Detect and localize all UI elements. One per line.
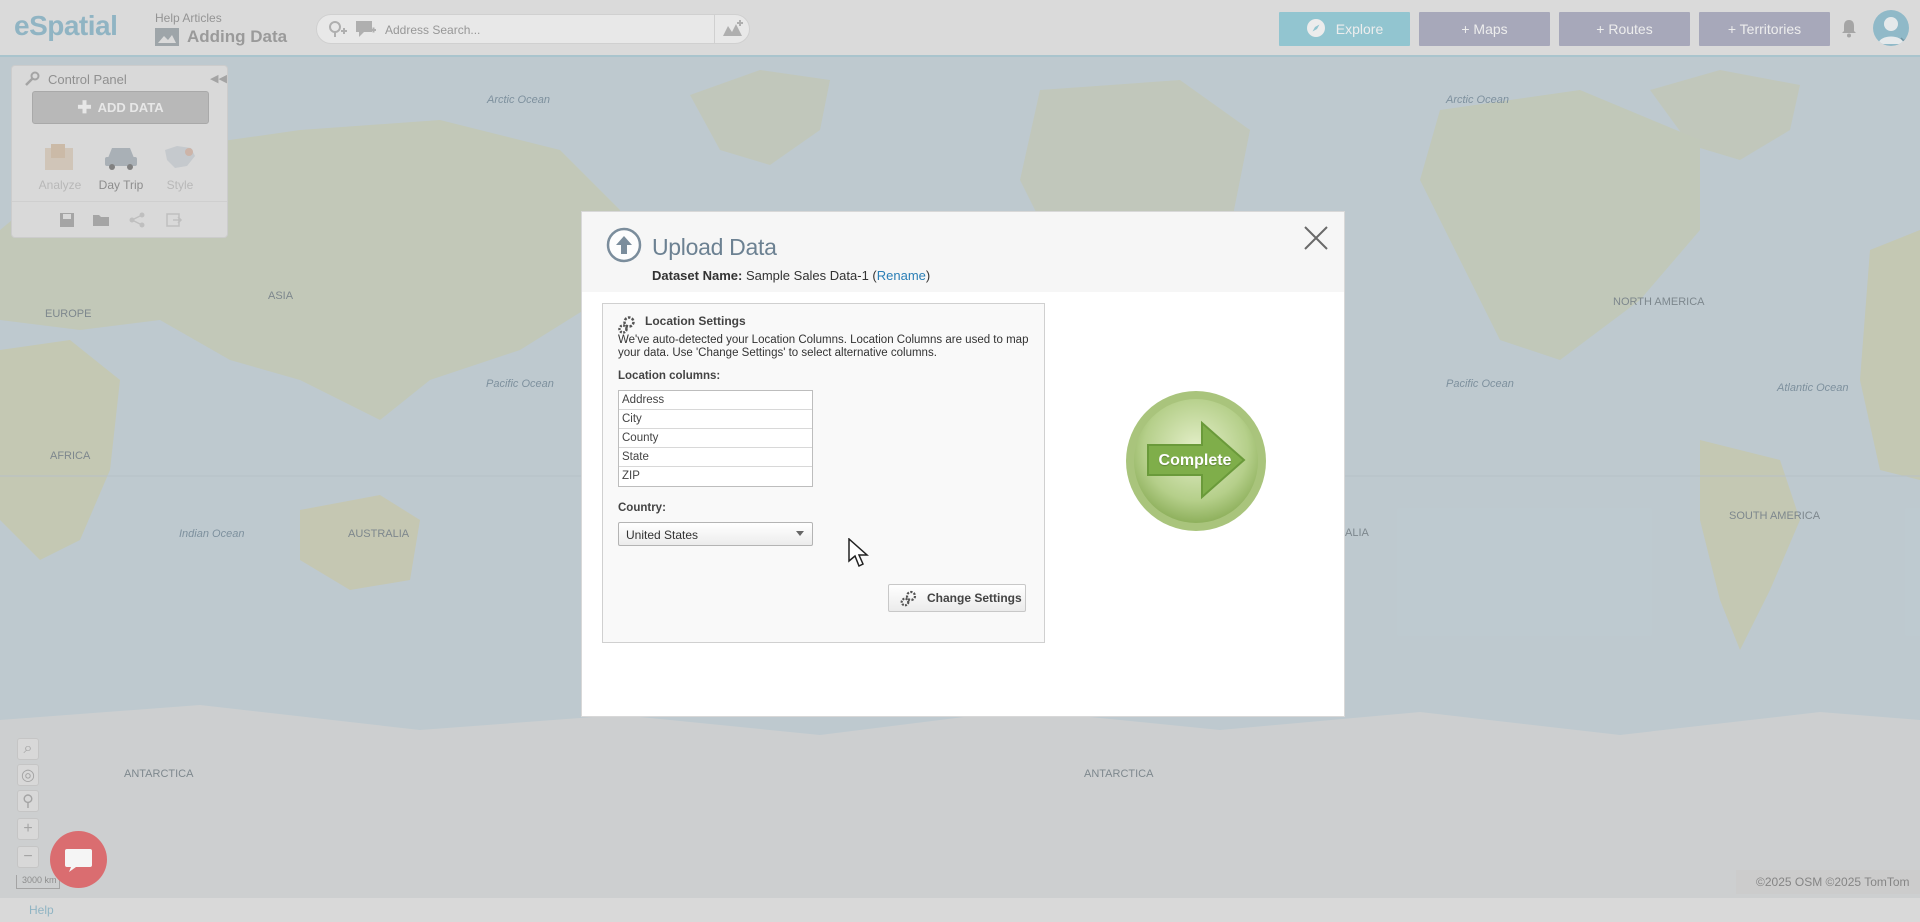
mouse-cursor-icon xyxy=(848,537,870,568)
dataset-name-label: Dataset Name: xyxy=(652,268,743,283)
location-column-city: City xyxy=(619,410,812,429)
close-icon[interactable] xyxy=(1302,224,1330,252)
dialog-title: Upload Data xyxy=(652,234,777,260)
rename-link[interactable]: Rename xyxy=(877,268,926,283)
location-column-zip: ZIP xyxy=(622,470,640,482)
location-column-address: Address xyxy=(619,391,812,410)
dataset-name-value: Sample Sales Data-1 xyxy=(745,268,869,283)
country-select[interactable]: United States xyxy=(618,522,813,546)
gears-icon xyxy=(617,315,637,335)
gears-icon xyxy=(899,590,919,608)
location-settings-panel: Location Settings We've auto-detected yo… xyxy=(602,303,1045,643)
location-columns-list: Address City County State ZIP xyxy=(618,390,813,487)
country-selected-value: United States xyxy=(626,528,699,542)
location-settings-description: We've auto-detected your Location Column… xyxy=(618,334,1029,359)
change-settings-label: Change Settings xyxy=(927,591,1022,605)
country-label: Country: xyxy=(618,502,666,514)
location-settings-title: Location Settings xyxy=(645,314,746,328)
paren-close: ) xyxy=(925,268,931,283)
chevron-down-icon xyxy=(796,531,804,536)
complete-button[interactable]: Complete xyxy=(1124,389,1268,533)
dataset-name-line: Dataset Name: Sample Sales Data-1 (Renam… xyxy=(652,268,930,283)
upload-data-dialog: Upload Data Dataset Name: Sample Sales D… xyxy=(581,211,1345,717)
upload-icon xyxy=(606,227,642,263)
location-column-county: County xyxy=(619,429,812,448)
location-columns-label: Location columns: xyxy=(618,370,721,382)
location-column-state: State xyxy=(619,448,812,467)
change-settings-button[interactable]: Change Settings xyxy=(888,584,1026,612)
complete-label: Complete xyxy=(1158,452,1232,469)
